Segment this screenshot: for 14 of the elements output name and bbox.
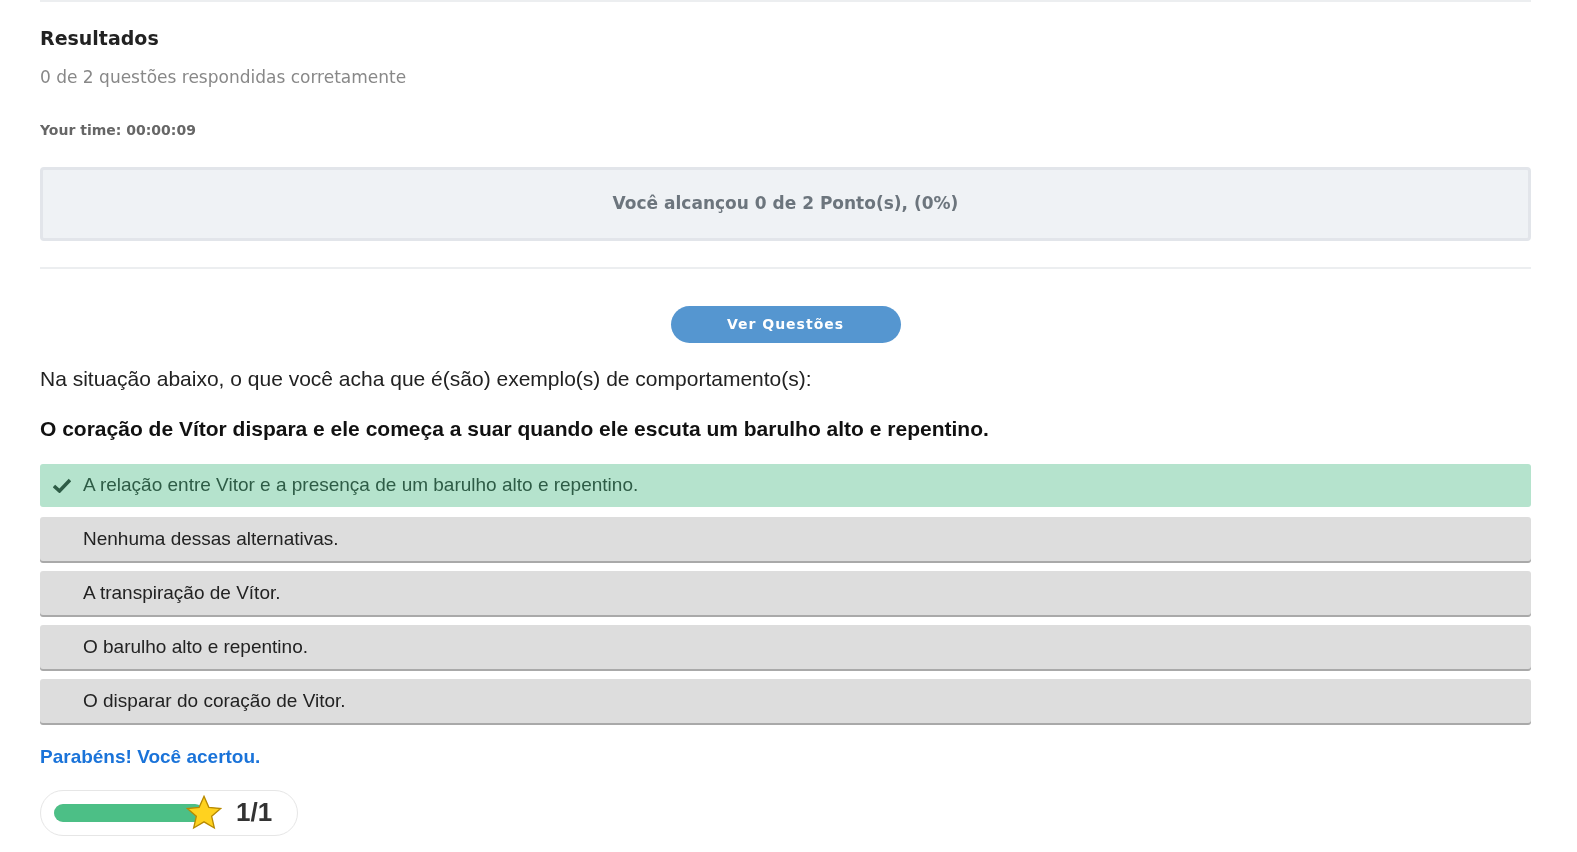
answer-option[interactable]: Nenhuma dessas alternativas.	[40, 517, 1531, 561]
results-summary: 0 de 2 questões respondidas corretamente	[40, 65, 407, 89]
question-statement: O coração de Vítor dispara e ele começa a suar quando ele escuta um barulho alto e repentino.	[40, 415, 989, 442]
question-prompt: Na situação abaixo, o que você acha que é(são) exemplo(s) de comportamento(s):	[40, 366, 812, 392]
checkmark-icon	[52, 478, 71, 493]
score-panel: Você alcançou 0 de 2 Ponto(s), (0%)	[40, 167, 1531, 241]
answer-option[interactable]: A transpiração de Vítor.	[40, 571, 1531, 615]
answer-option[interactable]: A relação entre Vitor e a presença de um barulho alto e repentino.	[40, 464, 1531, 507]
feedback-message: Parabéns! Você acertou.	[40, 745, 261, 769]
time-label: Your time: 00:00:09	[40, 121, 196, 140]
results-title: Resultados	[40, 26, 159, 51]
answer-option[interactable]: O disparar do coração de Vitor.	[40, 679, 1531, 723]
answer-option[interactable]: O barulho alto e repentino.	[40, 625, 1531, 669]
score-count: 1/1	[236, 796, 273, 829]
